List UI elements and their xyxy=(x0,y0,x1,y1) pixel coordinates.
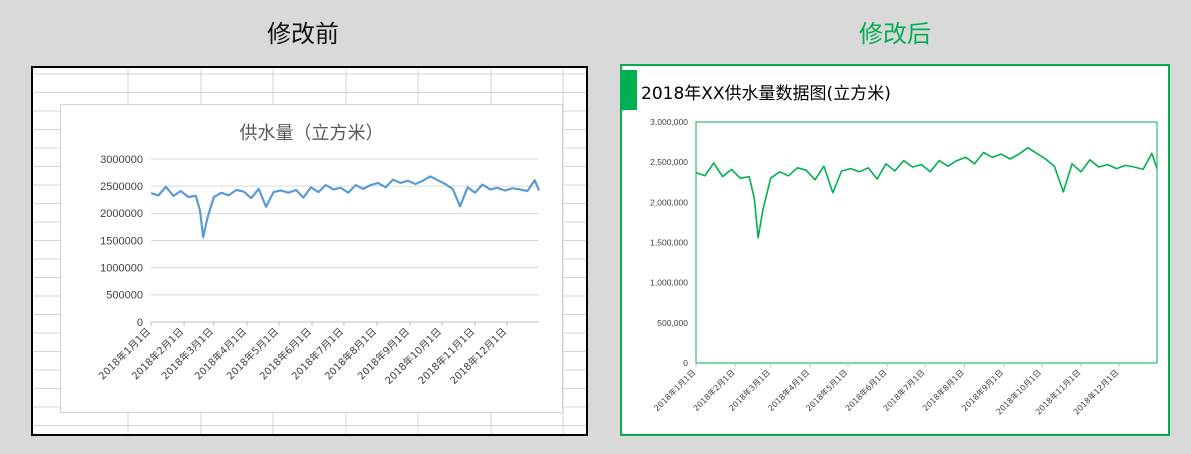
y-tick-label: 2500000 xyxy=(100,181,143,193)
y-tick-label: 0 xyxy=(683,358,688,368)
y-tick-label: 3,000,000 xyxy=(650,117,688,127)
y-tick-label: 500000 xyxy=(106,290,143,302)
y-tick-label: 1000000 xyxy=(100,263,143,275)
y-tick-label: 3000000 xyxy=(100,154,143,166)
x-tick-label: 2018年1月1日 xyxy=(652,367,698,413)
before-chart-title: 供水量（立方米） xyxy=(239,123,384,144)
before-chart[interactable]: 供水量（立方米） 3000000 2500000 2000000 1500000 100… xyxy=(60,104,563,413)
x-tick-label: 2018年12月1日 xyxy=(447,325,509,387)
y-tick-label: 0 xyxy=(137,317,143,329)
y-tick-label: 500,000 xyxy=(657,318,688,328)
x-tick-label: 2018年8月1日 xyxy=(920,367,966,413)
y-tick-label: 2,000,000 xyxy=(650,197,688,207)
before-spreadsheet-panel: 供水量（立方米） 3000000 2500000 2000000 1500000 100… xyxy=(31,66,588,436)
plot-frame xyxy=(695,121,1158,364)
y-tick-label: 2000000 xyxy=(100,208,143,220)
x-tick-label: 2018年10月1日 xyxy=(382,325,444,387)
y-tick-label: 1500000 xyxy=(100,235,143,247)
after-chart-panel[interactable]: 2018年XX供水量数据图(立方米) 3,000,000 2,500,000 2,0… xyxy=(620,64,1170,436)
x-tick-label: 2018年11月1日 xyxy=(415,325,477,387)
after-chart-svg: 3,000,000 2,500,000 2,000,000 1,500,000 1,00… xyxy=(650,117,1158,417)
series-line xyxy=(150,175,541,239)
before-heading: 修改前 xyxy=(267,20,339,48)
series-line xyxy=(695,146,1158,239)
before-chart-svg: 3000000 2500000 2000000 1500000 1000000 50000… xyxy=(96,154,541,387)
y-tick-label: 1,500,000 xyxy=(650,237,688,247)
after-heading: 修改后 xyxy=(859,20,931,48)
y-tick-label: 1,000,000 xyxy=(650,278,688,288)
y-tick-label: 2,500,000 xyxy=(650,157,688,167)
